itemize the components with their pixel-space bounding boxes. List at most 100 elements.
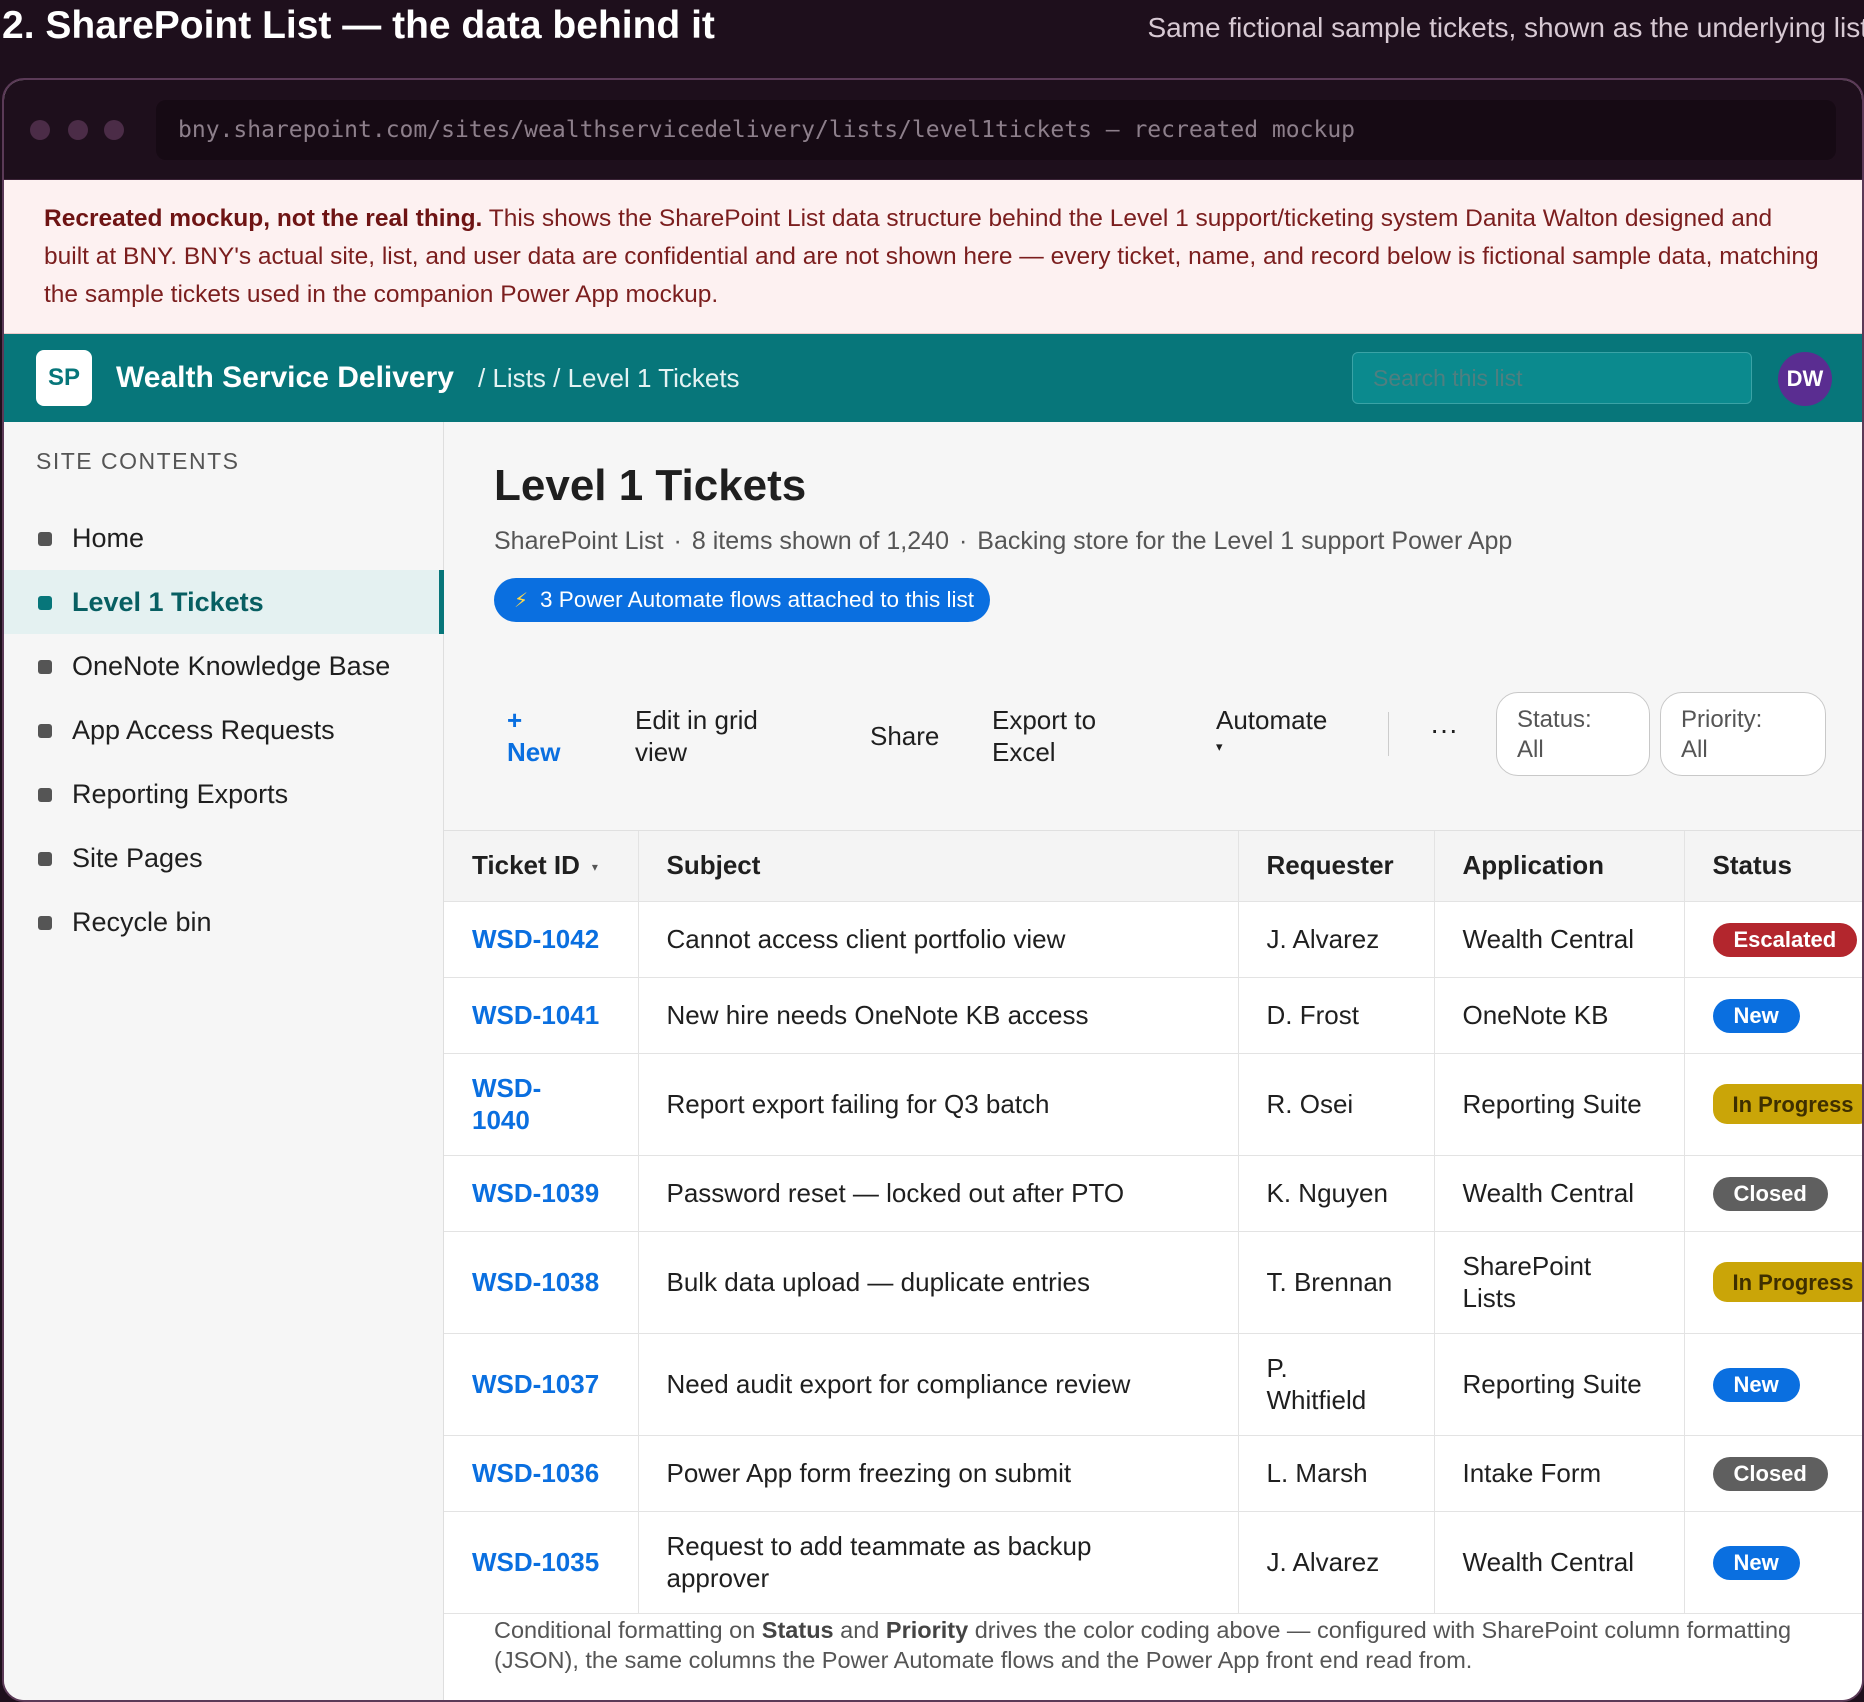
automate-label: Automate xyxy=(1216,705,1328,735)
status-badge: In Progress xyxy=(1712,1262,1862,1302)
column-header-requester[interactable]: Requester xyxy=(1238,831,1435,902)
ticket-requester: P. Whitfield xyxy=(1238,1333,1435,1436)
nav-item-label: Site Pages xyxy=(72,843,203,873)
meta-separator: · xyxy=(673,527,682,555)
share-button[interactable]: Share xyxy=(870,720,939,752)
address-bar[interactable]: bny.sharepoint.com/sites/wealthservicede… xyxy=(156,100,1836,160)
nav-heading: SITE CONTENTS xyxy=(36,448,240,474)
ticket-subject: Request to add teammate as backup approv… xyxy=(638,1511,1239,1614)
table-row[interactable]: WSD-1036 Power App form freezing on subm… xyxy=(444,1435,1862,1512)
lightning-bolt-icon: ⚡ xyxy=(514,590,529,612)
mockup-disclaimer: Recreated mockup, not the real thing. Th… xyxy=(4,180,1862,334)
ticket-status-cell: Closed xyxy=(1684,1155,1862,1232)
note-emphasis: Status xyxy=(761,1617,834,1643)
automate-menu-button[interactable]: Automate ▾ xyxy=(1216,704,1327,758)
ticket-id-link[interactable]: WSD-1038 xyxy=(444,1231,639,1334)
section-subtitle: Same fictional sample tickets, shown as … xyxy=(1147,12,1864,43)
ticket-id-link[interactable]: WSD-1040 xyxy=(444,1053,639,1156)
export-to-excel-button[interactable]: Export to Excel xyxy=(992,704,1096,768)
nav-item-home[interactable]: Home xyxy=(4,506,444,570)
window-minimize-dot[interactable] xyxy=(68,120,88,140)
ticket-requester: L. Marsh xyxy=(1238,1435,1435,1512)
ticket-status-cell: In Progress xyxy=(1684,1231,1862,1334)
table-row[interactable]: WSD-1040 Report export failing for Q3 ba… xyxy=(444,1053,1862,1156)
table-row[interactable]: WSD-1035 Request to add teammate as back… xyxy=(444,1511,1862,1614)
status-filter[interactable]: Status: All xyxy=(1496,692,1650,776)
table-row[interactable]: WSD-1039 Password reset — locked out aft… xyxy=(444,1155,1862,1232)
ticket-application: Intake Form xyxy=(1434,1435,1685,1512)
conditional-formatting-note: Conditional formatting on Status and Pri… xyxy=(494,1615,1834,1675)
nav-item-label: Recycle bin xyxy=(72,907,212,937)
new-label: New xyxy=(507,737,561,767)
table-row[interactable]: WSD-1037 Need audit export for complianc… xyxy=(444,1333,1862,1436)
sharepoint-suite-bar: SP Wealth Service Delivery / Lists / Lev… xyxy=(4,334,1862,422)
column-header-application[interactable]: Application xyxy=(1434,831,1685,902)
column-header-subject[interactable]: Subject xyxy=(638,831,1239,902)
edit-in-grid-view-button[interactable]: Edit in grid view xyxy=(635,704,758,768)
sort-descending-icon[interactable]: ▾ xyxy=(592,860,598,874)
ticket-id-link[interactable]: WSD-1035 xyxy=(444,1511,639,1614)
nav-item-onenote-kb[interactable]: OneNote Knowledge Base xyxy=(4,634,444,698)
note-text: Conditional formatting on xyxy=(494,1617,762,1643)
ticket-application: Wealth Central xyxy=(1434,1511,1685,1614)
bullet-icon xyxy=(38,852,52,866)
meta-separator: · xyxy=(958,527,968,555)
ticket-application: Wealth Central xyxy=(1434,901,1685,978)
ticket-application: OneNote KB xyxy=(1434,977,1685,1054)
window-close-dot[interactable] xyxy=(30,120,50,140)
browser-chrome: bny.sharepoint.com/sites/wealthservicede… xyxy=(4,80,1862,180)
page-title: Level 1 Tickets xyxy=(494,461,807,510)
tickets-table: Ticket ID ▾ Subject Requester Application… xyxy=(444,831,1862,1614)
nav-item-reporting-exports[interactable]: Reporting Exports xyxy=(4,762,444,826)
table-row[interactable]: WSD-1042 Cannot access client portfolio … xyxy=(444,901,1862,978)
ticket-subject: Power App form freezing on submit xyxy=(638,1435,1239,1512)
nav-item-recycle-bin[interactable]: Recycle bin xyxy=(4,890,444,954)
nav-list: Home Level 1 Tickets OneNote Knowledge B… xyxy=(4,506,444,954)
bullet-icon xyxy=(38,532,52,546)
table-row[interactable]: WSD-1038 Bulk data upload — duplicate en… xyxy=(444,1231,1862,1334)
nav-item-app-access-requests[interactable]: App Access Requests xyxy=(4,698,444,762)
window-maximize-dot[interactable] xyxy=(104,120,124,140)
nav-item-label: Home xyxy=(72,523,145,553)
ticket-requester: J. Alvarez xyxy=(1238,1511,1435,1614)
nav-item-label: Level 1 Tickets xyxy=(72,587,264,617)
command-bar: + New Edit in grid view Share Export to … xyxy=(444,692,1862,780)
search-input[interactable] xyxy=(1352,352,1752,404)
plus-icon: + xyxy=(507,705,523,735)
ticket-id-link[interactable]: WSD-1037 xyxy=(444,1333,639,1436)
nav-item-site-pages[interactable]: Site Pages xyxy=(4,826,444,890)
site-name-link[interactable]: Wealth Service Delivery xyxy=(116,356,454,400)
nav-item-label: Reporting Exports xyxy=(72,779,289,809)
avatar[interactable]: DW xyxy=(1778,352,1832,406)
breadcrumb[interactable]: / Lists / Level 1 Tickets xyxy=(478,356,740,400)
more-options-icon[interactable]: ··· xyxy=(1430,714,1458,746)
ticket-id-link[interactable]: WSD-1041 xyxy=(444,977,639,1054)
ticket-requester: D. Frost xyxy=(1238,977,1435,1054)
list-type: SharePoint List xyxy=(494,527,664,555)
excel-label-line2: Excel xyxy=(992,737,1056,767)
ticket-subject: New hire needs OneNote KB access xyxy=(638,977,1239,1054)
list-description: Backing store for the Level 1 support Po… xyxy=(977,527,1513,555)
power-automate-flows-badge[interactable]: ⚡ 3 Power Automate flows attached to this… xyxy=(494,578,991,622)
table-row[interactable]: WSD-1041 New hire needs OneNote KB acces… xyxy=(444,977,1862,1054)
ticket-status-cell: New xyxy=(1684,977,1862,1054)
sharepoint-logo-icon[interactable]: SP xyxy=(36,350,92,406)
ticket-id-link[interactable]: WSD-1042 xyxy=(444,901,639,978)
ticket-application: SharePoint Lists xyxy=(1434,1231,1685,1334)
column-header-status[interactable]: Status xyxy=(1684,831,1862,902)
bullet-icon xyxy=(38,724,52,738)
nav-item-level-1-tickets[interactable]: Level 1 Tickets xyxy=(4,570,444,634)
ticket-subject: Cannot access client portfolio view xyxy=(638,901,1239,978)
ticket-id-link[interactable]: WSD-1036 xyxy=(444,1435,639,1512)
excel-label-line1: Export to xyxy=(992,705,1097,735)
item-count: 8 items shown of 1,240 xyxy=(691,527,949,555)
site-contents-nav: SITE CONTENTS Home Level 1 Tickets OneNo… xyxy=(4,422,444,1700)
column-header-ticket-id[interactable]: Ticket ID ▾ xyxy=(444,831,639,902)
list-table-container: Ticket ID ▾ Subject Requester Application… xyxy=(444,830,1862,1700)
status-badge: New xyxy=(1712,1545,1800,1580)
new-item-button[interactable]: + New xyxy=(507,704,560,768)
ticket-application: Reporting Suite xyxy=(1434,1333,1685,1436)
priority-filter[interactable]: Priority: All xyxy=(1660,692,1826,776)
ticket-id-link[interactable]: WSD-1039 xyxy=(444,1155,639,1232)
list-meta: SharePoint List · 8 items shown of 1,240 · B… xyxy=(494,524,1512,558)
